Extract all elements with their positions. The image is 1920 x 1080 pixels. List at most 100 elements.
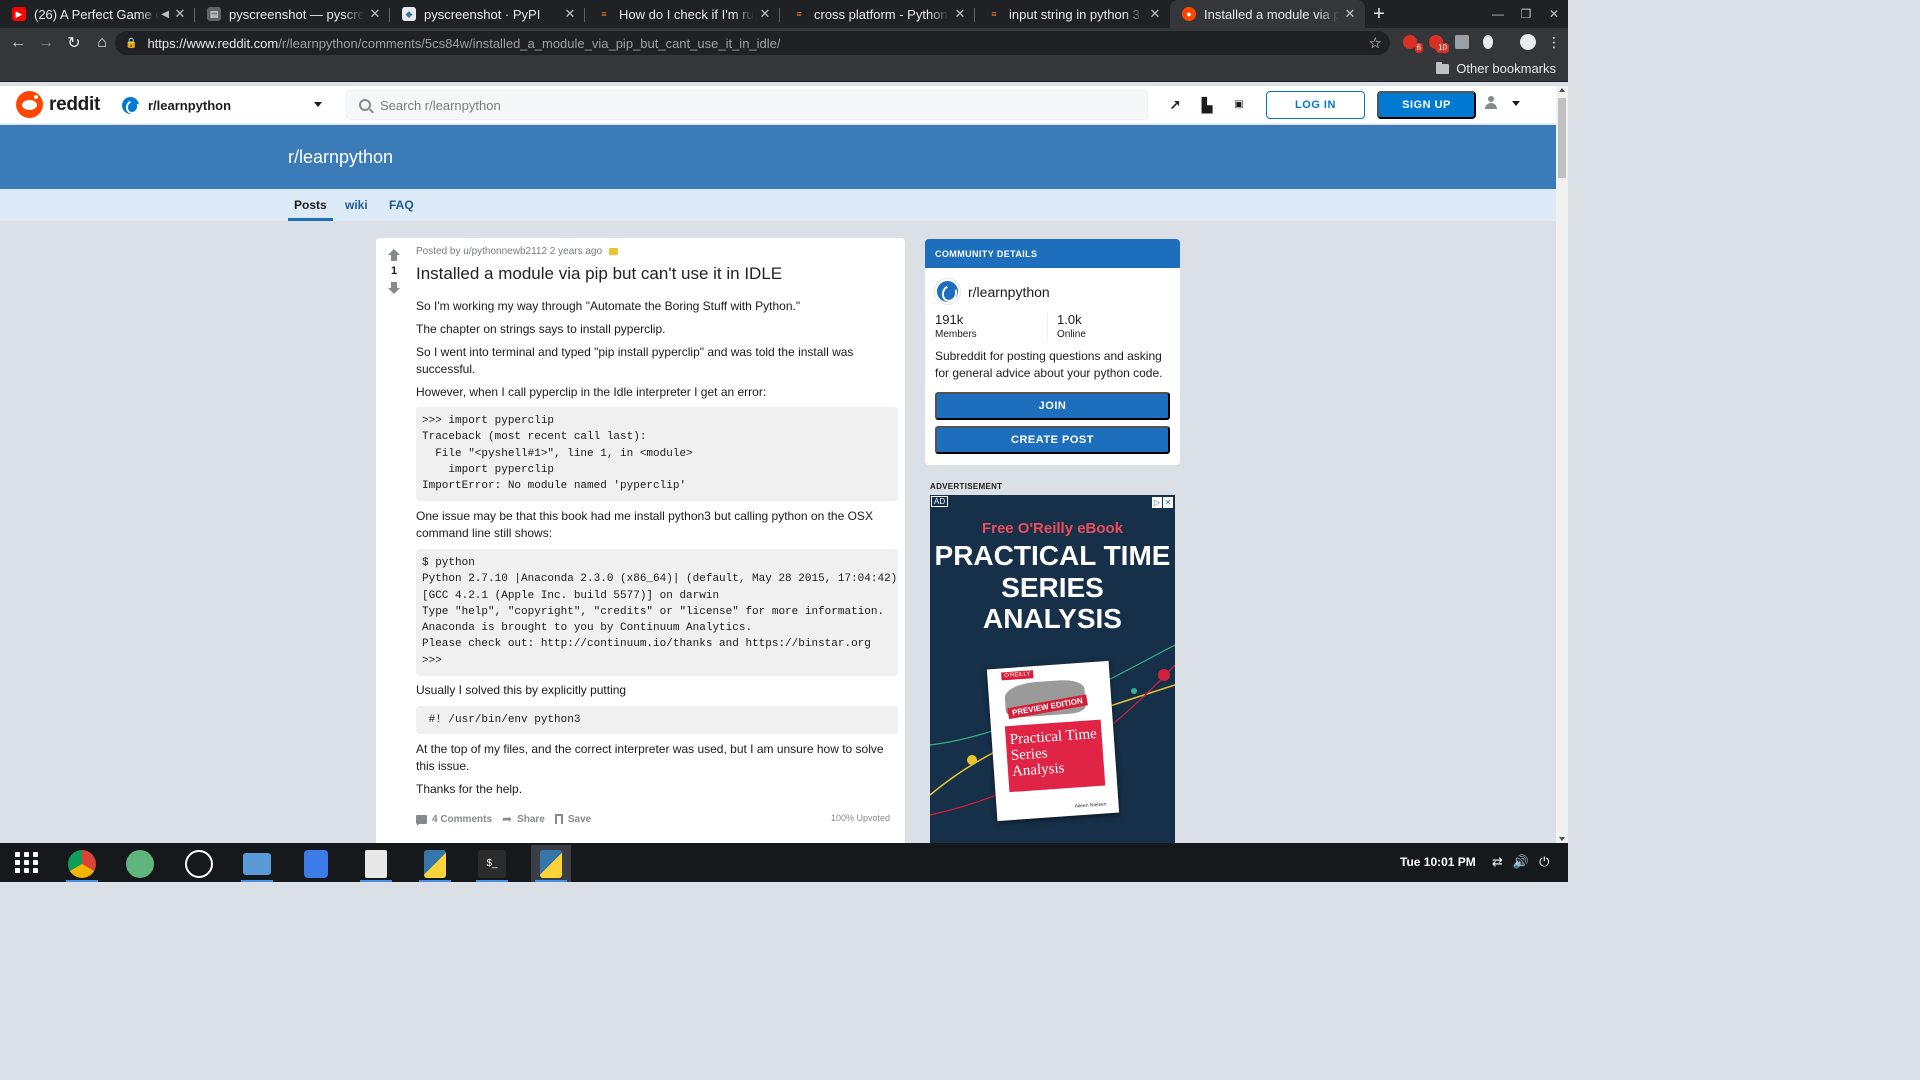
extension-icon[interactable] (1478, 31, 1498, 53)
files-app-icon[interactable] (237, 845, 277, 882)
extension-icon[interactable]: 10 (1426, 31, 1449, 53)
browser-tab[interactable]: ≡ cross platform - Python: W ✕ (780, 0, 975, 28)
post-paragraph: The chapter on strings says to install p… (416, 322, 666, 336)
power-icon[interactable]: ⏻ (1539, 854, 1549, 870)
extension-icon[interactable]: 6 (1400, 31, 1423, 53)
tab-wiki[interactable]: wiki (345, 189, 368, 221)
url-host: https://www.reddit.com (147, 35, 279, 51)
home-icon[interactable]: ⌂ (89, 30, 115, 56)
python-idle-app-icon[interactable] (531, 845, 571, 882)
obs-app-icon[interactable] (179, 845, 219, 882)
members-stat: 191k Members (935, 312, 977, 340)
reddit-wordmark[interactable]: reddit (49, 94, 100, 116)
post-title[interactable]: Installed a module via pip but can't use… (416, 264, 782, 284)
book-cover: O'REILLY PREVIEW EDITION Practical Time … (986, 660, 1120, 822)
profile-avatar-icon[interactable] (1518, 31, 1538, 53)
app-grid-icon[interactable] (12, 847, 42, 877)
close-tab-icon[interactable]: ✕ (173, 6, 187, 22)
close-window-icon[interactable]: ✕ (1540, 7, 1568, 21)
comments-button[interactable]: 4 Comments (416, 814, 492, 826)
bookmark-star-icon[interactable]: ☆ (1369, 34, 1382, 52)
post-paragraph: Thanks for the help. (416, 782, 523, 796)
back-arrow-icon[interactable]: ← (5, 30, 31, 56)
bookmark-icon (554, 814, 563, 824)
python-app-icon[interactable] (415, 845, 455, 882)
post-paragraph: However, when I call pyperclip in the Id… (416, 385, 767, 399)
reload-icon[interactable]: ↻ (61, 30, 87, 56)
reddit-logo-icon[interactable] (16, 91, 43, 118)
members-count: 191k (935, 312, 964, 327)
close-tab-icon[interactable]: ✕ (1343, 6, 1357, 22)
close-tab-icon[interactable]: ✕ (563, 6, 577, 22)
log-in-button[interactable]: LOG IN (1266, 91, 1365, 119)
online-stat: 1.0k Online (1057, 312, 1086, 340)
share-icon: ➦ (502, 812, 513, 826)
tab-faq[interactable]: FAQ (389, 189, 414, 221)
tab-posts[interactable]: Posts (288, 189, 333, 221)
new-tab-button[interactable]: + (1365, 0, 1393, 28)
create-post-button[interactable]: CREATE POST (935, 426, 1170, 454)
close-tab-icon[interactable]: ✕ (1148, 6, 1162, 22)
award-icon (609, 248, 619, 255)
address-bar[interactable]: 🔒 https://www.reddit.com/r/learnpython/c… (115, 31, 1390, 55)
restore-icon[interactable]: ❐ (1512, 7, 1540, 21)
upvote-arrow-icon[interactable] (388, 249, 400, 261)
chevron-down-icon (314, 102, 322, 107)
store-app-icon[interactable] (296, 845, 336, 882)
user-menu[interactable] (1484, 96, 1520, 110)
chrome-app-icon[interactable] (62, 845, 102, 882)
volume-icon[interactable]: 🔊 (1513, 854, 1529, 870)
tab-title: (26) A Perfect Game of (34, 6, 160, 22)
share-button[interactable]: ➦ Share (502, 812, 545, 826)
browser-tab[interactable]: ▤ pyscreenshot — pyscreen ✕ (195, 0, 390, 28)
tab-title: pyscreenshot · PyPI (424, 6, 541, 22)
os-taskbar: $_ Tue 10:01 PM ⇄ 🔊 ⏻ (0, 843, 1568, 882)
chrome-menu-icon[interactable]: ⋮ (1544, 31, 1564, 53)
online-count: 1.0k (1057, 312, 1082, 327)
browser-tab[interactable]: ▶ (26) A Perfect Game of ◀ ✕ (0, 0, 195, 28)
close-tab-icon[interactable]: ✕ (758, 6, 772, 22)
network-icon[interactable]: ⇄ (1492, 854, 1503, 870)
text-editor-app-icon[interactable] (356, 845, 396, 882)
sign-up-button[interactable]: SIGN UP (1377, 91, 1476, 119)
ad-eyebrow: Free O'Reilly eBook (981, 520, 1124, 537)
close-tab-icon[interactable]: ✕ (953, 6, 967, 22)
system-tray: ⇄ 🔊 ⏻ (1492, 854, 1549, 870)
browser-tab[interactable]: ≡ How do I check if I'm runn ✕ (585, 0, 780, 28)
scrollbar-thumb[interactable] (1558, 98, 1566, 178)
stat-divider (1047, 313, 1048, 341)
community-name[interactable]: r/learnpython (968, 284, 1050, 300)
closed-captions-icon[interactable]: ▣ (1230, 96, 1248, 114)
trending-icon[interactable]: ↗ (1166, 96, 1184, 114)
search-icon (359, 99, 371, 111)
forward-arrow-icon[interactable]: → (33, 30, 59, 56)
community-selector-label: r/learnpython (148, 97, 232, 113)
browser-tab[interactable]: ≡ input string in python 3 - S ✕ (975, 0, 1170, 28)
downvote-arrow-icon[interactable] (388, 282, 400, 294)
extensions-area: 6 10 ⋮ (1400, 31, 1564, 53)
reddit-header: reddit r/learnpython ↗ ▙ ▣ LOG IN SIGN U… (0, 86, 1556, 124)
scroll-up-icon[interactable] (1559, 88, 1565, 92)
search-input[interactable] (380, 97, 1080, 113)
browser-tab[interactable]: ◆ pyscreenshot · PyPI ✕ (390, 0, 585, 28)
page-scrollbar[interactable] (1556, 86, 1568, 843)
minimize-icon[interactable]: — (1484, 7, 1512, 21)
other-bookmarks[interactable]: Other bookmarks (1436, 61, 1556, 76)
browser-tab-active[interactable]: ● Installed a module via pip ✕ (1170, 0, 1365, 28)
save-button[interactable]: Save (554, 814, 591, 825)
scroll-down-icon[interactable] (1559, 837, 1565, 841)
close-tab-icon[interactable]: ✕ (368, 6, 382, 22)
extension-icon[interactable] (1452, 31, 1472, 53)
tab-title: pyscreenshot — pyscreen (229, 6, 364, 22)
terminal-app-icon[interactable]: $_ (472, 845, 512, 882)
other-bookmarks-label: Other bookmarks (1456, 61, 1556, 76)
join-button[interactable]: JOIN (935, 392, 1170, 420)
taskbar-clock[interactable]: Tue 10:01 PM (1400, 855, 1476, 869)
atom-app-icon[interactable] (120, 845, 160, 882)
advertisement-banner[interactable]: AD ▷ ✕ Free O'Reilly eBook PRACTICAL TIM… (930, 495, 1175, 843)
post-card: 1 Posted by u/pythonnewb2112 2 years ago… (376, 238, 905, 848)
browser-tab-strip: ▶ (26) A Perfect Game of ◀ ✕ ▤ pyscreens… (0, 0, 1568, 28)
comment-icon (416, 814, 427, 826)
leaderboard-icon[interactable]: ▙ (1198, 96, 1216, 114)
community-selector[interactable]: r/learnpython (118, 90, 328, 120)
